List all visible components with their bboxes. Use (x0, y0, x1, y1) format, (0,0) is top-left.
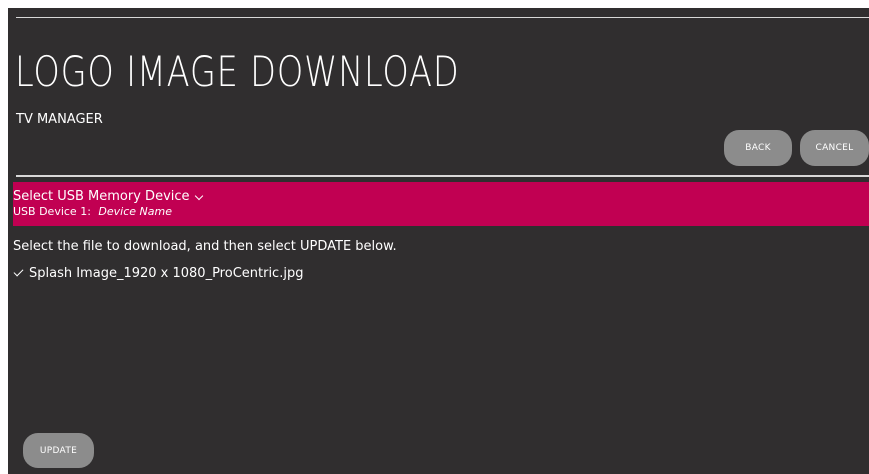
chevron-down-icon (194, 191, 203, 200)
header-divider (16, 175, 869, 177)
download-instruction: Select the file to download, and then se… (13, 239, 397, 254)
top-divider (16, 17, 869, 18)
page-title: LOGO IMAGE DOWNLOAD (15, 47, 460, 96)
file-list-item[interactable]: Splash Image_1920 x 1080_ProCentric.jpg (13, 263, 303, 283)
check-icon (13, 266, 24, 277)
page-subtitle: TV MANAGER (16, 112, 103, 127)
cancel-button[interactable]: CANCEL (800, 130, 869, 166)
file-name: Splash Image_1920 x 1080_ProCentric.jpg (29, 265, 304, 281)
back-button[interactable]: BACK (724, 130, 792, 166)
usb-device-selector[interactable]: Select USB Memory Device USB Device 1: D… (13, 182, 869, 226)
usb-selector-label: Select USB Memory Device (13, 189, 190, 204)
usb-device-name: Device Name (98, 205, 172, 218)
usb-selector-title: Select USB Memory Device (13, 189, 203, 205)
usb-device-prefix: USB Device 1: (13, 205, 91, 218)
logo-image-download-screen: LOGO IMAGE DOWNLOAD TV MANAGER BACK CANC… (8, 8, 869, 474)
update-button[interactable]: UPDATE (23, 433, 94, 468)
usb-device-info: USB Device 1: Device Name (13, 205, 172, 219)
